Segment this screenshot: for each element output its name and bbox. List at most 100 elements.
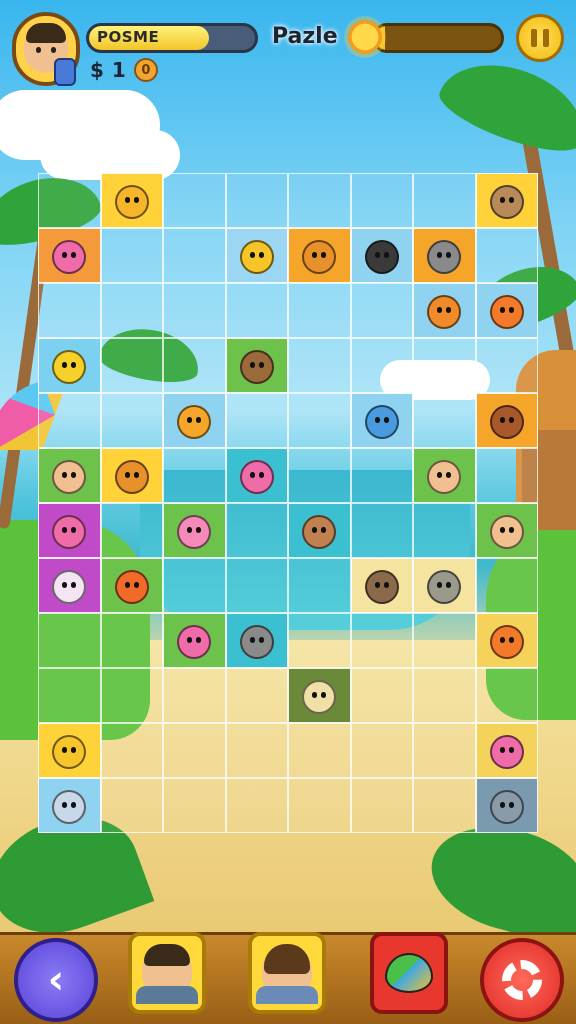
puzzle-slot[interactable] xyxy=(38,613,101,668)
puzzle-board[interactable] xyxy=(38,173,538,833)
puzzle-slot[interactable] xyxy=(225,668,288,723)
puzzle-slot[interactable] xyxy=(38,283,101,338)
puzzle-piece-cat[interactable] xyxy=(163,393,226,448)
puzzle-slot[interactable] xyxy=(163,283,226,338)
puzzle-slot[interactable] xyxy=(163,448,226,503)
settings-button[interactable] xyxy=(480,938,564,1022)
back-button[interactable]: ‹ xyxy=(14,938,98,1022)
puzzle-piece-horse[interactable] xyxy=(475,393,538,448)
puzzle-slot[interactable] xyxy=(288,173,351,228)
puzzle-slot[interactable] xyxy=(413,173,476,228)
puzzle-slot[interactable] xyxy=(475,338,538,393)
puzzle-slot[interactable] xyxy=(475,668,538,723)
puzzle-slot[interactable] xyxy=(288,338,351,393)
puzzle-slot[interactable] xyxy=(475,228,538,283)
puzzle-slot[interactable] xyxy=(225,558,288,613)
puzzle-slot[interactable] xyxy=(288,393,351,448)
puzzle-slot[interactable] xyxy=(163,558,226,613)
puzzle-piece-girl[interactable] xyxy=(475,503,538,558)
puzzle-slot[interactable] xyxy=(413,503,476,558)
puzzle-slot[interactable] xyxy=(350,448,413,503)
puzzle-piece-dolphin[interactable] xyxy=(475,778,538,833)
bird-piece-button[interactable] xyxy=(370,932,448,1014)
puzzle-slot[interactable] xyxy=(100,778,163,833)
puzzle-piece-fox[interactable] xyxy=(475,283,538,338)
puzzle-piece-bear[interactable] xyxy=(288,228,351,283)
puzzle-piece-raccoon-small[interactable] xyxy=(413,558,476,613)
puzzle-slot[interactable] xyxy=(288,723,351,778)
puzzle-piece-pink-bird[interactable] xyxy=(163,613,226,668)
puzzle-piece-orange-fish[interactable] xyxy=(475,613,538,668)
puzzle-piece-monkey[interactable] xyxy=(225,338,288,393)
puzzle-slot[interactable] xyxy=(350,503,413,558)
girl-piece-button[interactable] xyxy=(248,932,326,1014)
puzzle-slot[interactable] xyxy=(413,778,476,833)
puzzle-slot[interactable] xyxy=(475,558,538,613)
puzzle-slot[interactable] xyxy=(38,173,101,228)
puzzle-piece-owl[interactable] xyxy=(475,173,538,228)
puzzle-slot[interactable] xyxy=(350,338,413,393)
puzzle-slot[interactable] xyxy=(100,613,163,668)
puzzle-slot[interactable] xyxy=(38,393,101,448)
puzzle-slot[interactable] xyxy=(225,503,288,558)
puzzle-piece-squirrel[interactable] xyxy=(288,503,351,558)
puzzle-piece-yellow-dog[interactable] xyxy=(100,173,163,228)
puzzle-piece-boy[interactable] xyxy=(38,448,101,503)
puzzle-slot[interactable] xyxy=(350,283,413,338)
puzzle-piece-pink-pig[interactable] xyxy=(163,503,226,558)
puzzle-slot[interactable] xyxy=(350,173,413,228)
puzzle-slot[interactable] xyxy=(350,613,413,668)
puzzle-piece-bear-cub[interactable] xyxy=(350,558,413,613)
puzzle-slot[interactable] xyxy=(100,723,163,778)
puzzle-slot[interactable] xyxy=(100,228,163,283)
puzzle-slot[interactable] xyxy=(288,283,351,338)
puzzle-slot[interactable] xyxy=(225,283,288,338)
puzzle-slot[interactable] xyxy=(350,778,413,833)
puzzle-slot[interactable] xyxy=(163,723,226,778)
puzzle-slot[interactable] xyxy=(475,448,538,503)
puzzle-slot[interactable] xyxy=(100,283,163,338)
puzzle-piece-pink-llama[interactable] xyxy=(38,228,101,283)
puzzle-slot[interactable] xyxy=(163,668,226,723)
puzzle-piece-tiger[interactable] xyxy=(413,283,476,338)
puzzle-slot[interactable] xyxy=(163,778,226,833)
puzzle-slot[interactable] xyxy=(100,503,163,558)
puzzle-slot[interactable] xyxy=(225,723,288,778)
puzzle-slot[interactable] xyxy=(100,338,163,393)
boy-piece-button[interactable] xyxy=(128,932,206,1014)
puzzle-piece-seal[interactable] xyxy=(38,778,101,833)
puzzle-piece-pink-fish[interactable] xyxy=(475,723,538,778)
puzzle-piece-white-cat[interactable] xyxy=(38,558,101,613)
puzzle-slot[interactable] xyxy=(100,668,163,723)
puzzle-piece-yellow-llama[interactable] xyxy=(225,228,288,283)
puzzle-slot[interactable] xyxy=(413,613,476,668)
puzzle-piece-raccoon[interactable] xyxy=(413,228,476,283)
puzzle-slot[interactable] xyxy=(413,338,476,393)
puzzle-slot[interactable] xyxy=(288,448,351,503)
puzzle-piece-man[interactable] xyxy=(413,448,476,503)
puzzle-slot[interactable] xyxy=(288,613,351,668)
puzzle-slot[interactable] xyxy=(413,393,476,448)
puzzle-piece-pink-seal[interactable] xyxy=(225,448,288,503)
puzzle-slot[interactable] xyxy=(163,173,226,228)
puzzle-piece-elephant[interactable] xyxy=(225,613,288,668)
puzzle-slot[interactable] xyxy=(413,668,476,723)
puzzle-slot[interactable] xyxy=(225,173,288,228)
pause-button[interactable] xyxy=(516,14,564,62)
puzzle-slot[interactable] xyxy=(225,393,288,448)
puzzle-piece-blue-bird[interactable] xyxy=(350,393,413,448)
puzzle-slot[interactable] xyxy=(38,668,101,723)
puzzle-slot[interactable] xyxy=(163,228,226,283)
puzzle-piece-crayon[interactable] xyxy=(288,668,351,723)
puzzle-slot[interactable] xyxy=(100,393,163,448)
puzzle-piece-yellow-bird[interactable] xyxy=(38,338,101,393)
puzzle-piece-parrot[interactable] xyxy=(100,558,163,613)
puzzle-piece-kiwi[interactable] xyxy=(100,448,163,503)
puzzle-slot[interactable] xyxy=(288,558,351,613)
puzzle-slot[interactable] xyxy=(350,668,413,723)
puzzle-slot[interactable] xyxy=(288,778,351,833)
puzzle-piece-duck[interactable] xyxy=(38,723,101,778)
puzzle-slot[interactable] xyxy=(225,778,288,833)
puzzle-piece-crow[interactable] xyxy=(350,228,413,283)
puzzle-slot[interactable] xyxy=(163,338,226,393)
